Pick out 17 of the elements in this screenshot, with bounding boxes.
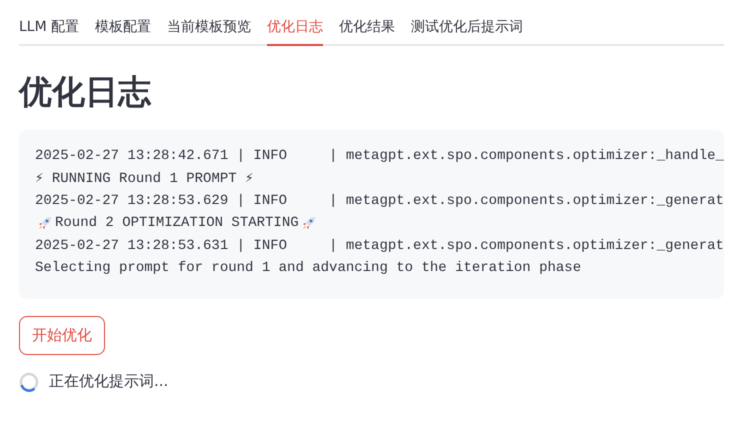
tab[interactable]: LLM 配置 (19, 14, 80, 46)
tab[interactable]: 模板配置 (95, 14, 152, 46)
tab[interactable]: 优化结果 (339, 14, 396, 46)
log-line: Selecting prompt for round 1 and advancing to the iteration phase (35, 260, 582, 276)
status-text: 正在优化提示词... (49, 372, 168, 392)
rocket-icon (37, 215, 53, 232)
log-line: 2025-02-27 13:28:53.629 | INFO | metagpt.ext.spo.components.optimizer:_generat (35, 192, 724, 209)
tab[interactable]: 优化日志 (267, 14, 324, 46)
log-line: ⚡ RUNNING Round 1 PROMPT ⚡ (35, 170, 254, 187)
log-line: 2025-02-27 13:28:42.671 | INFO | metagpt.ext.spo.components.optimizer:_handle_ (35, 148, 724, 164)
start-optimize-button[interactable]: 开始优化 (19, 316, 105, 355)
tab[interactable]: 当前模板预览 (167, 14, 252, 46)
tab[interactable]: 测试优化后提示词 (411, 14, 524, 46)
rocket-icon (300, 215, 317, 232)
log-line: Round 2 OPTIMIZATION STARTING (55, 215, 299, 232)
log-line: 2025-02-27 13:28:53.631 | INFO | metagpt.ext.spo.components.optimizer:_generat (35, 238, 724, 254)
page-title: 优化日志 (19, 72, 152, 112)
